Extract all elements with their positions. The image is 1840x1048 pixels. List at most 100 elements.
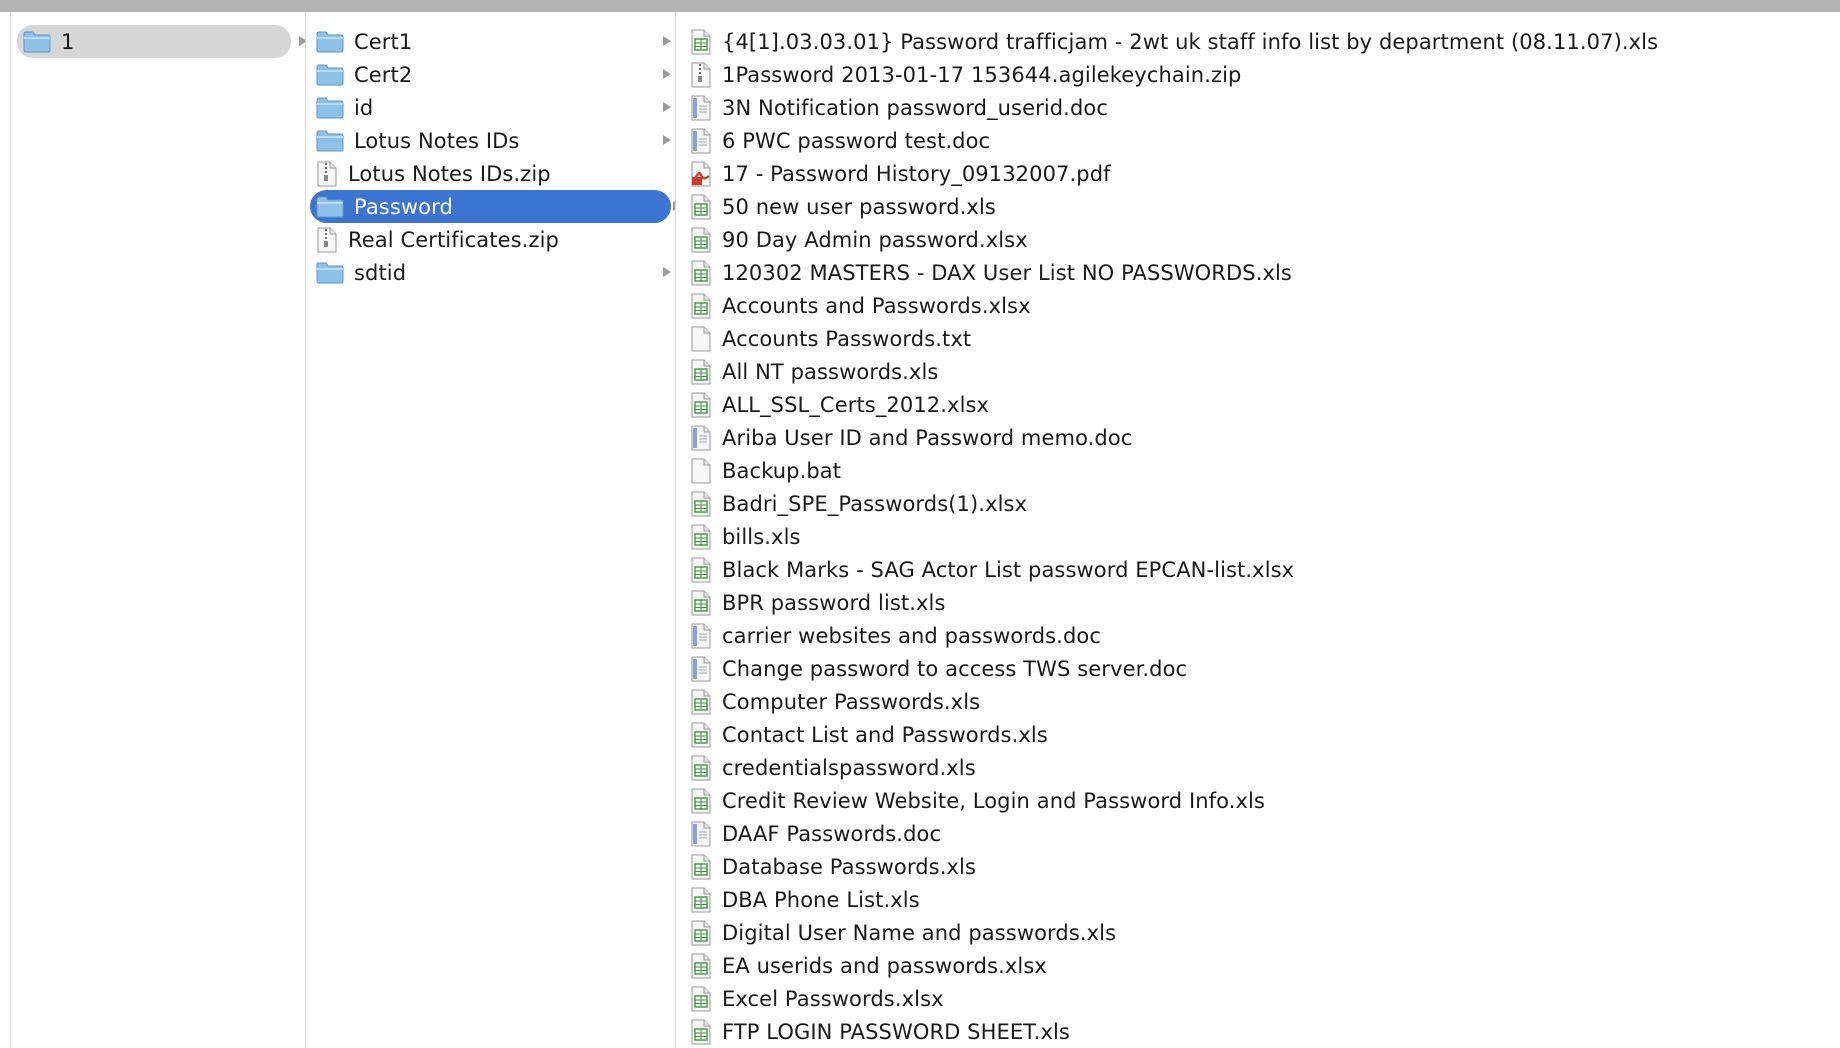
column-3-item[interactable]: Change password to access TWS server.doc: [676, 652, 1840, 685]
column-3-item-label: {4[1].03.03.01} Password trafficjam - 2w…: [722, 29, 1659, 54]
column-2-item[interactable]: Cert1: [306, 25, 675, 58]
spreadsheet-file-icon: [690, 392, 712, 418]
column-3-item[interactable]: 120302 MASTERS - DAX User List NO PASSWO…: [676, 256, 1840, 289]
column-3-item[interactable]: 90 Day Admin password.xlsx: [676, 223, 1840, 256]
column-3-item[interactable]: Computer Passwords.xls: [676, 685, 1840, 718]
column-1-item-label: 1: [61, 29, 75, 54]
column-3-item-label: BPR password list.xls: [722, 590, 946, 615]
column-3-item[interactable]: Accounts Passwords.txt: [676, 322, 1840, 355]
disclosure-arrow-icon: [663, 36, 671, 46]
column-2-item[interactable]: id: [306, 91, 675, 124]
column-1-item[interactable]: 1: [17, 25, 305, 58]
column-2-item[interactable]: Lotus Notes IDs: [306, 124, 675, 157]
column-1[interactable]: 1: [10, 12, 306, 1048]
column-3-item-label: DAAF Passwords.doc: [722, 821, 942, 846]
column-3-item[interactable]: bills.xls: [676, 520, 1840, 553]
column-2-item-label: id: [354, 95, 374, 120]
folder-icon: [316, 31, 344, 53]
document-file-icon: [690, 821, 712, 847]
column-3-item[interactable]: {4[1].03.03.01} Password trafficjam - 2w…: [676, 25, 1840, 58]
column-3-item-label: Excel Passwords.xlsx: [722, 986, 944, 1011]
column-3-item[interactable]: Accounts and Passwords.xlsx: [676, 289, 1840, 322]
column-3-item[interactable]: EA userids and passwords.xlsx: [676, 949, 1840, 982]
column-2-item[interactable]: Lotus Notes IDs.zip: [306, 157, 675, 190]
column-3-item[interactable]: carrier websites and passwords.doc: [676, 619, 1840, 652]
spreadsheet-file-icon: [690, 953, 712, 979]
column-3-item-label: Digital User Name and passwords.xls: [722, 920, 1117, 945]
column-3-item-label: carrier websites and passwords.doc: [722, 623, 1101, 648]
spreadsheet-file-icon: [690, 260, 712, 286]
column-3-item-label: Computer Passwords.xls: [722, 689, 981, 714]
column-3-item[interactable]: Digital User Name and passwords.xls: [676, 916, 1840, 949]
column-2-item[interactable]: Real Certificates.zip: [306, 223, 675, 256]
column-2-item-label: Lotus Notes IDs: [354, 128, 520, 153]
spreadsheet-file-icon: [690, 689, 712, 715]
column-3-item-label: bills.xls: [722, 524, 801, 549]
column-3-item[interactable]: Credit Review Website, Login and Passwor…: [676, 784, 1840, 817]
column-3-item[interactable]: Black Marks - SAG Actor List password EP…: [676, 553, 1840, 586]
column-2-item[interactable]: Cert2: [306, 58, 675, 91]
column-2-item-label: sdtid: [354, 260, 407, 285]
spreadsheet-file-icon: [690, 194, 712, 220]
column-2-item-label: Lotus Notes IDs.zip: [348, 161, 551, 186]
column-2-item-label: Password: [354, 194, 453, 219]
column-3-item-label: 1Password 2013-01-17 153644.agilekeychai…: [722, 62, 1242, 87]
column-2-item[interactable]: sdtid: [306, 256, 675, 289]
column-3-item-label: credentialspassword.xls: [722, 755, 976, 780]
column-3-item-label: Change password to access TWS server.doc: [722, 656, 1188, 681]
column-3-item-label: 17 - Password History_09132007.pdf: [722, 161, 1111, 186]
spreadsheet-file-icon: [690, 788, 712, 814]
column-3-item-label: EA userids and passwords.xlsx: [722, 953, 1047, 978]
column-3-item-label: 3N Notification password_userid.doc: [722, 95, 1108, 120]
spreadsheet-file-icon: [690, 986, 712, 1012]
column-3-item[interactable]: Database Passwords.xls: [676, 850, 1840, 883]
column-3-item-label: 120302 MASTERS - DAX User List NO PASSWO…: [722, 260, 1292, 285]
spreadsheet-file-icon: [690, 227, 712, 253]
column-3-item-label: ALL_SSL_Certs_2012.xlsx: [722, 392, 990, 417]
folder-icon: [23, 31, 51, 53]
column-3-item-label: 6 PWC password test.doc: [722, 128, 991, 153]
column-3-item[interactable]: 1Password 2013-01-17 153644.agilekeychai…: [676, 58, 1840, 91]
zip-file-icon: [316, 227, 338, 253]
column-3-item[interactable]: DAAF Passwords.doc: [676, 817, 1840, 850]
column-3-item[interactable]: 50 new user password.xls: [676, 190, 1840, 223]
column-3[interactable]: {4[1].03.03.01} Password trafficjam - 2w…: [676, 12, 1840, 1048]
document-file-icon: [690, 656, 712, 682]
spreadsheet-file-icon: [690, 29, 712, 55]
column-3-item[interactable]: 17 - Password History_09132007.pdf: [676, 157, 1840, 190]
column-3-item-label: Black Marks - SAG Actor List password EP…: [722, 557, 1295, 582]
folder-icon: [316, 196, 344, 218]
spreadsheet-file-icon: [690, 524, 712, 550]
column-3-item-label: Accounts and Passwords.xlsx: [722, 293, 1031, 318]
column-3-item[interactable]: credentialspassword.xls: [676, 751, 1840, 784]
column-2-item-label: Real Certificates.zip: [348, 227, 559, 252]
column-3-item[interactable]: DBA Phone List.xls: [676, 883, 1840, 916]
column-3-item-label: Accounts Passwords.txt: [722, 326, 972, 351]
column-3-item[interactable]: FTP LOGIN PASSWORD SHEET.xls: [676, 1015, 1840, 1048]
column-3-item[interactable]: ALL_SSL_Certs_2012.xlsx: [676, 388, 1840, 421]
column-3-item[interactable]: All NT passwords.xls: [676, 355, 1840, 388]
column-2[interactable]: Cert1 Cert2 id Lotus Notes IDs Lotus Notes I…: [306, 12, 676, 1048]
column-3-list: {4[1].03.03.01} Password trafficjam - 2w…: [676, 25, 1840, 1048]
column-3-item-label: Database Passwords.xls: [722, 854, 976, 879]
column-3-item[interactable]: 6 PWC password test.doc: [676, 124, 1840, 157]
column-3-item[interactable]: Excel Passwords.xlsx: [676, 982, 1840, 1015]
window-top-bar: [0, 0, 1840, 12]
column-2-item[interactable]: Password: [310, 190, 675, 223]
column-3-item[interactable]: 3N Notification password_userid.doc: [676, 91, 1840, 124]
column-3-item[interactable]: Backup.bat: [676, 454, 1840, 487]
column-3-item[interactable]: BPR password list.xls: [676, 586, 1840, 619]
document-file-icon: [690, 425, 712, 451]
column-3-item-label: DBA Phone List.xls: [722, 887, 920, 912]
column-3-item[interactable]: Contact List and Passwords.xls: [676, 718, 1840, 751]
folder-icon: [316, 262, 344, 284]
disclosure-arrow-icon: [663, 69, 671, 79]
text-file-icon: [690, 458, 712, 484]
column-3-item-label: Contact List and Passwords.xls: [722, 722, 1048, 747]
column-3-item[interactable]: Badri_SPE_Passwords(1).xlsx: [676, 487, 1840, 520]
column-3-item-label: Backup.bat: [722, 458, 842, 483]
column-3-item[interactable]: Ariba User ID and Password memo.doc: [676, 421, 1840, 454]
document-file-icon: [690, 623, 712, 649]
column-3-item-label: 90 Day Admin password.xlsx: [722, 227, 1028, 252]
folder-icon: [316, 64, 344, 86]
